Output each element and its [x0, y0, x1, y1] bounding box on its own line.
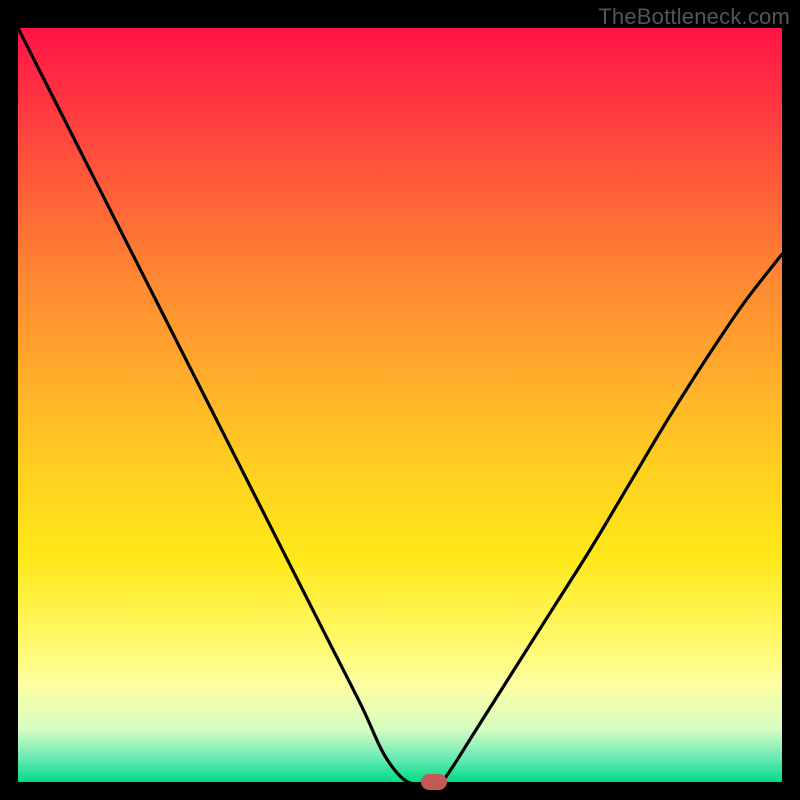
- plot-area: [18, 28, 782, 782]
- watermark-text: TheBottleneck.com: [598, 4, 790, 30]
- bottleneck-curve: [18, 28, 782, 782]
- chart-frame: TheBottleneck.com: [0, 0, 800, 800]
- minimum-marker: [421, 774, 447, 790]
